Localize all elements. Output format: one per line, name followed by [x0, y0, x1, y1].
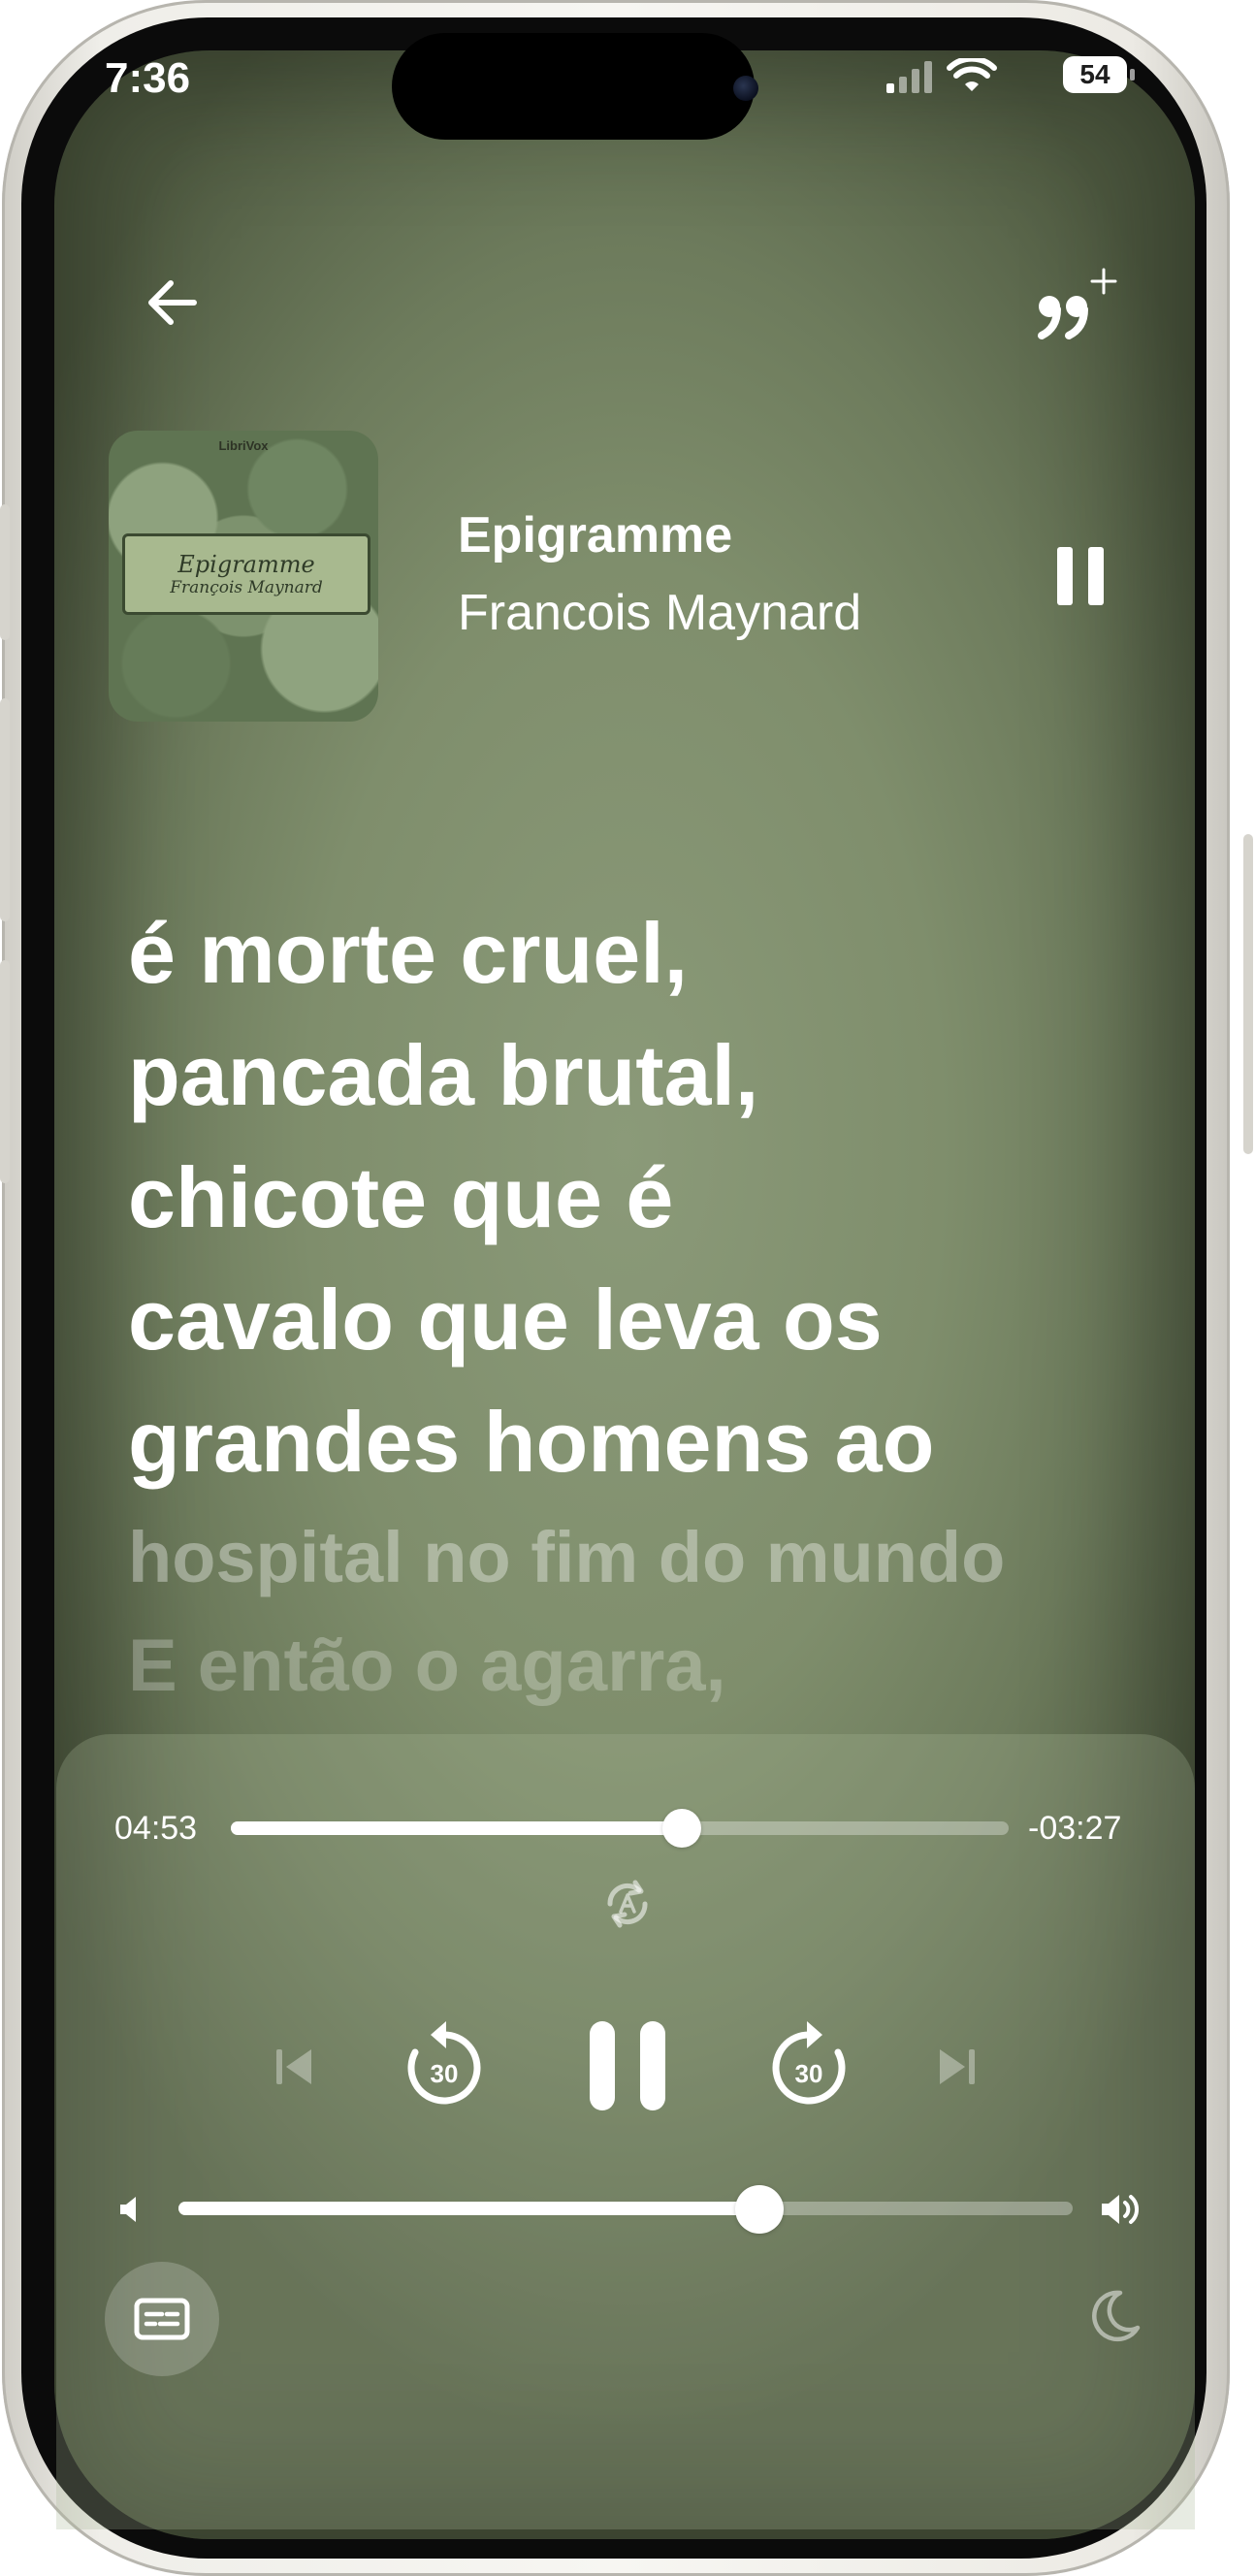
side-button-left-1: [0, 504, 10, 640]
skip-previous-icon: [276, 2049, 311, 2084]
lyric-line: chicote que é: [128, 1149, 674, 1245]
back-button[interactable]: [138, 268, 208, 338]
side-button-left-2: [0, 698, 10, 921]
volume-track[interactable]: [178, 2202, 1073, 2215]
skip-next-icon: [940, 2049, 975, 2084]
previous-chapter-button[interactable]: [262, 2035, 326, 2099]
side-button-left-3: [0, 960, 10, 1183]
lyric-line-upcoming: E então o agarra,: [128, 1625, 726, 1707]
sleep-timer-button[interactable]: [1082, 2285, 1146, 2349]
lyric-line-upcoming: hospital no fim do mundo: [128, 1517, 1006, 1597]
mini-pause-button[interactable]: [1044, 539, 1117, 613]
volume-high-button[interactable]: [1096, 2186, 1144, 2233]
battery-tip: [1130, 69, 1135, 80]
cover-label: Epigramme François Maynard: [122, 533, 370, 615]
battery-indicator: 54: [1063, 56, 1127, 93]
remaining-time: -03:27: [1028, 1810, 1122, 1847]
volume-knob[interactable]: [735, 2185, 785, 2234]
progress-fill: [231, 1821, 683, 1835]
front-camera: [733, 76, 758, 101]
lyric-line: cavalo que leva os: [128, 1272, 883, 1368]
moon-icon: [1092, 2290, 1141, 2342]
lyrics-view[interactable]: é morte cruel, pancada brutal, chicote q…: [128, 892, 1137, 1721]
lyric-line: pancada brutal,: [128, 1027, 759, 1123]
track-title: Epigramme: [458, 507, 733, 564]
subtitles-icon: [134, 2298, 190, 2340]
transcript-button[interactable]: [105, 2262, 219, 2376]
dynamic-island: [392, 33, 755, 140]
player-control-panel: [56, 1734, 1195, 2529]
forward-seconds-label: 30: [794, 2059, 823, 2088]
lyric-line: é morte cruel,: [128, 905, 689, 1001]
cover-publisher: LibriVox: [218, 438, 269, 453]
cellular-signal-icon: [886, 61, 932, 93]
volume-low-button[interactable]: [109, 2188, 151, 2231]
rewind-seconds-label: 30: [430, 2059, 459, 2088]
auto-sync-icon: [607, 1880, 648, 1928]
cover-author: François Maynard: [170, 578, 323, 597]
volume-fill: [178, 2202, 760, 2215]
speaker-high-icon: [1102, 2195, 1139, 2224]
play-pause-button[interactable]: [578, 2015, 677, 2116]
status-time: 7:36: [105, 54, 191, 102]
status-icons: [885, 58, 997, 95]
track-author: Francois Maynard: [458, 585, 862, 641]
pause-icon: [590, 2021, 665, 2110]
lyric-line: grandes homens ao: [128, 1394, 935, 1490]
album-cover: LibriVox Epigramme François Maynard: [109, 431, 378, 722]
elapsed-time: 04:53: [114, 1810, 198, 1847]
add-quote-button[interactable]: [1028, 264, 1121, 345]
pause-icon: [1057, 547, 1104, 605]
auto-repeat-button[interactable]: [595, 1872, 660, 1936]
next-chapter-button[interactable]: [925, 2035, 989, 2099]
progress-track[interactable]: [231, 1821, 1009, 1835]
speaker-low-icon: [120, 2197, 136, 2222]
progress-knob[interactable]: [662, 1809, 702, 1848]
quote-plus-icon: [1038, 268, 1117, 339]
side-button-right: [1243, 834, 1253, 1154]
wifi-icon: [947, 58, 997, 91]
arrow-left-icon: [148, 280, 197, 325]
cover-title: Epigramme: [177, 551, 315, 578]
